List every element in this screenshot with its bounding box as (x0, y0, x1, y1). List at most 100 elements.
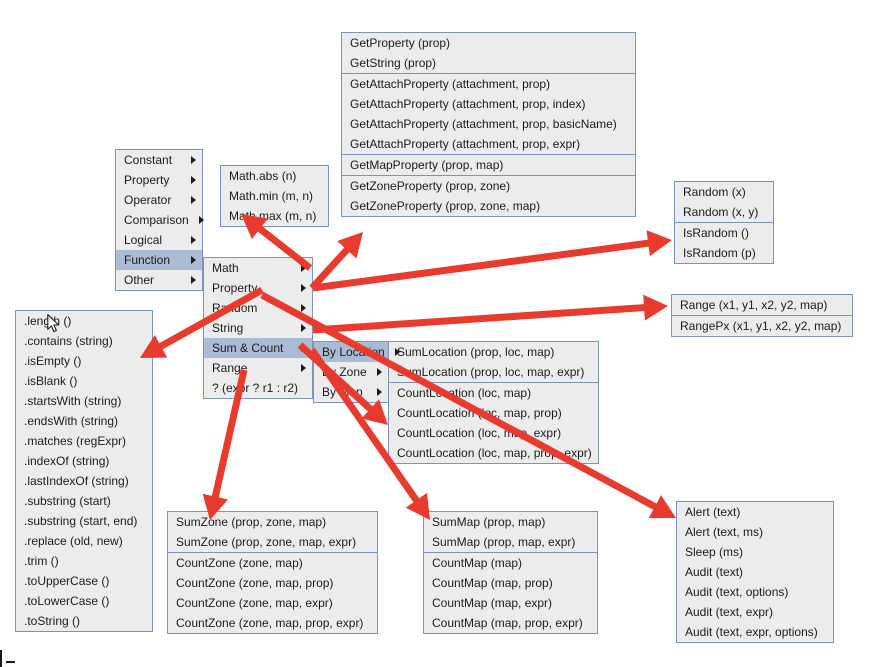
list-item[interactable]: CountMap (map, expr) (424, 593, 597, 613)
menu-item-label: ? (expr ? r1 : r2) (212, 381, 299, 395)
list-item[interactable]: CountZone (zone, map, expr) (168, 593, 377, 613)
list-item[interactable]: .toString () (16, 611, 152, 631)
sum-and-count-submenu[interactable]: By Location By Zone By Map (313, 341, 400, 403)
menu-item-property[interactable]: Property (204, 278, 312, 298)
list-item[interactable]: GetAttachProperty (attachment, prop, ind… (342, 94, 635, 114)
list-item[interactable]: .endsWith (string) (16, 411, 152, 431)
list-item[interactable]: IsRandom (p) (675, 243, 773, 263)
menu-item-label: Property (212, 281, 258, 295)
list-item[interactable]: IsRandom () (675, 223, 773, 243)
list-item[interactable]: .trim () (16, 551, 152, 571)
list-item[interactable]: GetZoneProperty (prop, zone) (342, 176, 635, 196)
random-functions-panel-group: Random (x) Random (x, y) (675, 182, 773, 223)
list-item[interactable]: Math.abs (n) (221, 166, 328, 186)
menu-item-label: Property (124, 173, 170, 187)
list-item[interactable]: GetString (prop) (342, 53, 635, 73)
menu-item-label: Sum & Count (212, 341, 284, 355)
list-item[interactable]: .toUpperCase () (16, 571, 152, 591)
list-item[interactable]: CountZone (zone, map, prop, expr) (168, 613, 377, 633)
expression-builder-root-menu[interactable]: Constant Property Operator Comparison Logica… (115, 149, 204, 291)
menu-item-constant[interactable]: Constant (116, 150, 202, 170)
function-submenu[interactable]: Math Property Random String Sum & Count Range… (203, 257, 313, 399)
list-item[interactable]: Alert (text, ms) (677, 522, 833, 542)
chevron-right-icon (394, 348, 400, 356)
list-item[interactable]: SumLocation (prop, loc, map) (389, 342, 598, 362)
list-item[interactable]: .contains (string) (16, 331, 152, 351)
list-item[interactable]: CountLocation (loc, map, prop, expr) (389, 443, 598, 463)
list-item[interactable]: SumLocation (prop, loc, map, expr) (389, 362, 598, 382)
list-item[interactable]: GetAttachProperty (attachment, prop) (342, 74, 635, 94)
list-item[interactable]: Random (x, y) (675, 202, 773, 222)
list-item[interactable]: .replace (old, new) (16, 531, 152, 551)
mouse-pointer (47, 314, 60, 333)
list-item[interactable]: SumMap (prop, map, expr) (424, 532, 597, 552)
list-item[interactable]: SumZone (prop, zone, map, expr) (168, 532, 377, 552)
list-item[interactable]: Audit (text) (677, 562, 833, 582)
menu-item-math[interactable]: Math (204, 258, 312, 278)
list-item[interactable]: Math.max (m, n) (221, 206, 328, 226)
menu-item-range[interactable]: Range (204, 358, 312, 378)
list-item[interactable]: Range (x1, y1, x2, y2, map) (672, 295, 852, 315)
list-item[interactable]: .isBlank () (16, 371, 152, 391)
menu-item-random[interactable]: Random (204, 298, 312, 318)
menu-item-sum-count[interactable]: Sum & Count (204, 338, 312, 358)
list-item[interactable]: Audit (text, expr, options) (677, 622, 833, 642)
list-item[interactable]: GetAttachProperty (attachment, prop, exp… (342, 134, 635, 154)
list-item[interactable]: Alert (text) (677, 502, 833, 522)
chevron-right-icon (377, 388, 382, 396)
list-item[interactable]: SumMap (prop, map) (424, 512, 597, 532)
list-item[interactable]: Audit (text, options) (677, 582, 833, 602)
list-item[interactable]: .substring (start, end) (16, 511, 152, 531)
list-item[interactable]: CountLocation (loc, map, expr) (389, 423, 598, 443)
by-zone-functions-panel-group: CountZone (zone, map) CountZone (zone, ma… (168, 553, 377, 633)
list-item[interactable]: .toLowerCase () (16, 591, 152, 611)
list-item[interactable]: .lastIndexOf (string) (16, 471, 152, 491)
list-item[interactable]: GetProperty (prop) (342, 33, 635, 53)
list-item[interactable]: .startsWith (string) (16, 391, 152, 411)
menu-item-by-map[interactable]: By Map (314, 382, 388, 402)
menu-item-operator[interactable]: Operator (116, 190, 202, 210)
list-item[interactable]: CountLocation (loc, map) (389, 383, 598, 403)
list-item[interactable]: Audit (text, expr) (677, 602, 833, 622)
menu-item-label: By Map (322, 385, 363, 399)
by-location-functions-panel-group: SumLocation (prop, loc, map) SumLocation … (389, 342, 598, 383)
list-item[interactable]: RangePx (x1, y1, x2, y2, map) (672, 316, 852, 336)
list-item[interactable]: GetAttachProperty (attachment, prop, bas… (342, 114, 635, 134)
list-item[interactable]: Random (x) (675, 182, 773, 202)
callout-arrow (312, 294, 668, 334)
menu-item-comparison[interactable]: Comparison (116, 210, 204, 230)
random-functions-panel-group: IsRandom () IsRandom (p) (675, 223, 773, 263)
list-item[interactable]: CountLocation (loc, map, prop) (389, 403, 598, 423)
menu-item-label: By Location (322, 345, 385, 359)
list-item[interactable]: CountMap (map) (424, 553, 597, 573)
list-item[interactable]: .matches (regExpr) (16, 431, 152, 451)
list-item[interactable]: .length () (16, 311, 152, 331)
list-item[interactable]: CountZone (zone, map) (168, 553, 377, 573)
menu-item-by-zone[interactable]: By Zone (314, 362, 388, 382)
range-functions-panel: Range (x1, y1, x2, y2, map) RangePx (x1, … (671, 294, 853, 337)
list-item[interactable]: GetMapProperty (prop, map) (342, 155, 635, 175)
list-item[interactable]: CountMap (map, prop) (424, 573, 597, 593)
menu-item-label: Random (212, 301, 258, 315)
string-functions-panel: .length () .contains (string) .isEmpty ().… (15, 310, 153, 632)
menu-item-label: Other (124, 273, 155, 287)
menu-item-property[interactable]: Property (116, 170, 202, 190)
menu-item-string[interactable]: String (204, 318, 312, 338)
list-item[interactable]: .isEmpty () (16, 351, 152, 371)
math-functions-panel: Math.abs (n) Math.min (m, n) Math.max (m, … (220, 165, 329, 227)
by-map-functions-panel-group: SumMap (prop, map) SumMap (prop, map, exp… (424, 512, 597, 553)
list-item[interactable]: Sleep (ms) (677, 542, 833, 562)
menu-item-logical[interactable]: Logical (116, 230, 202, 250)
list-item[interactable]: CountMap (map, prop, expr) (424, 613, 597, 633)
list-item[interactable]: .substring (start) (16, 491, 152, 511)
menu-item-by-location[interactable]: By Location (314, 342, 400, 362)
menu-item-other[interactable]: Other (116, 270, 202, 290)
list-item[interactable]: SumZone (prop, zone, map) (168, 512, 377, 532)
list-item[interactable]: Math.min (m, n) (221, 186, 328, 206)
menu-item-function[interactable]: Function (116, 250, 202, 270)
menu-item-expr-r1-r2[interactable]: ? (expr ? r1 : r2) (204, 378, 312, 398)
by-zone-functions-panel: SumZone (prop, zone, map) SumZone (prop, … (167, 511, 378, 634)
list-item[interactable]: GetZoneProperty (prop, zone, map) (342, 196, 635, 216)
list-item[interactable]: .indexOf (string) (16, 451, 152, 471)
list-item[interactable]: CountZone (zone, map, prop) (168, 573, 377, 593)
